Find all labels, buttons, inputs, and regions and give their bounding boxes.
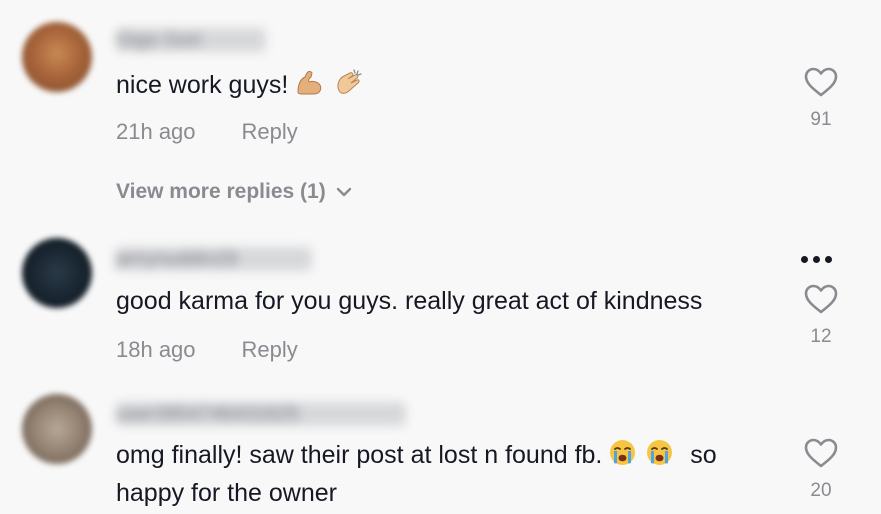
comment-text-body: nice work guys!: [116, 71, 289, 99]
heart-icon[interactable]: [804, 67, 838, 97]
comment-text-line2: happy for the owner: [116, 479, 337, 507]
like-count: 12: [810, 326, 832, 347]
comment-text: nice work guys!: [116, 68, 776, 106]
like-button[interactable]: 91: [802, 67, 840, 131]
avatar[interactable]: [22, 394, 92, 464]
comment-meta: 18h ago Reply: [116, 337, 298, 363]
reply-button[interactable]: Reply: [242, 337, 298, 362]
comment-timestamp: 18h ago: [116, 337, 196, 362]
chevron-down-icon: [336, 187, 351, 197]
comment-username[interactable]: Gigo Gori: [116, 28, 266, 52]
comment-username[interactable]: user3954746431625: [116, 402, 406, 426]
like-count: 91: [810, 109, 832, 130]
avatar[interactable]: [22, 22, 92, 92]
like-button[interactable]: 12: [802, 284, 840, 348]
more-options-icon[interactable]: [801, 256, 832, 263]
reply-button[interactable]: Reply: [242, 119, 298, 144]
clapping-hands-emoji: [334, 68, 364, 106]
view-more-replies-label: View more replies (1): [116, 180, 326, 203]
comment-meta: 21h ago Reply: [116, 119, 298, 145]
like-count: 20: [810, 480, 832, 501]
flexed-biceps-emoji: [295, 70, 323, 106]
view-more-replies-button[interactable]: View more replies (1): [116, 180, 352, 204]
avatar[interactable]: [22, 238, 92, 308]
heart-icon[interactable]: [804, 438, 838, 468]
comment-text: good karma for you guys. really great ac…: [116, 287, 703, 315]
comment-text: omg finally! saw their post at lost n fo…: [116, 438, 776, 511]
comment-timestamp: 21h ago: [116, 119, 196, 144]
comment-text-tail: so: [690, 441, 717, 469]
loudly-crying-face-emoji: [609, 439, 636, 476]
like-button[interactable]: 20: [802, 438, 840, 502]
comment-text-body: omg finally! saw their post at lost n fo…: [116, 441, 603, 469]
heart-icon[interactable]: [804, 284, 838, 314]
loudly-crying-face-emoji: [646, 439, 673, 476]
comment-username[interactable]: jerrynuddin29: [116, 247, 312, 271]
